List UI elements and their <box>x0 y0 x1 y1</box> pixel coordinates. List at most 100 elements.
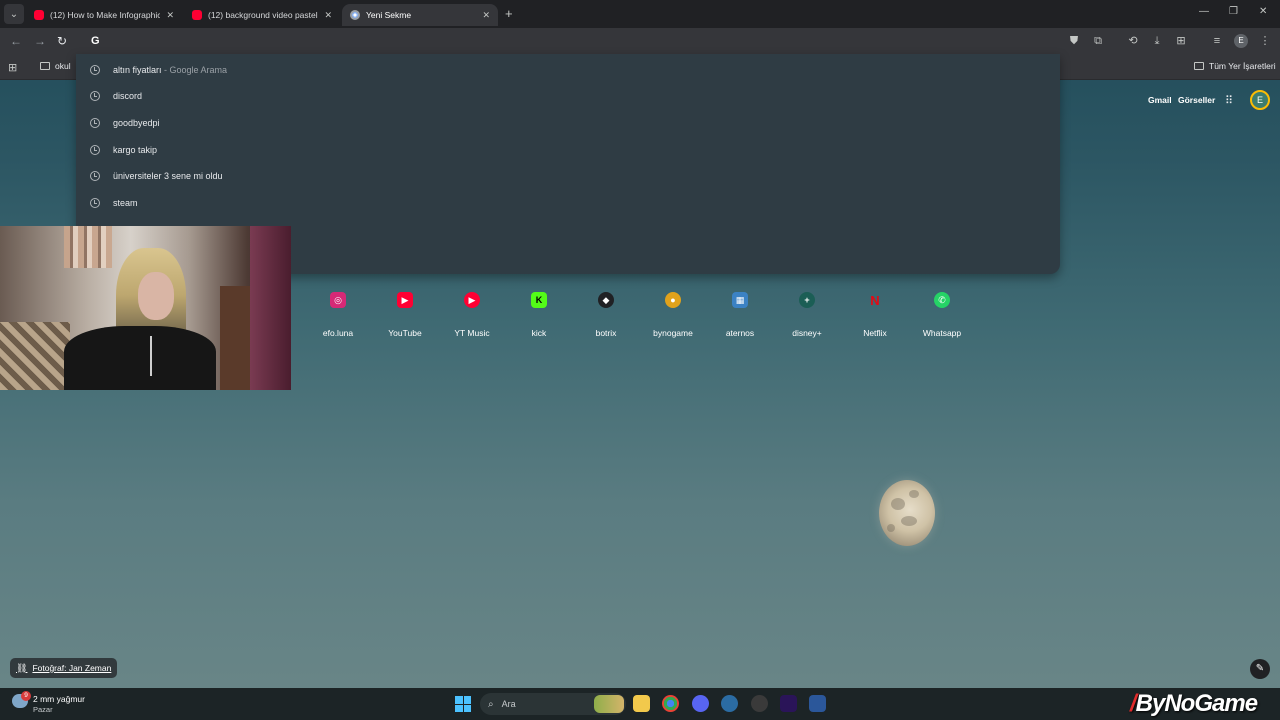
gmail-link[interactable]: Gmail <box>1148 95 1172 105</box>
folder-icon <box>1194 62 1204 70</box>
suggestion-item[interactable]: steam <box>76 190 1060 216</box>
suggestion-item[interactable]: altın fiyatları - Google Arama <box>76 57 1060 83</box>
chrome-icon[interactable] <box>662 695 679 712</box>
tab-title: (12) How to Make Infographics <box>50 10 161 20</box>
suggestion-text: goodbyedpi <box>113 118 160 128</box>
tab-background-video[interactable]: (12) background video pastel - ✕ <box>184 4 340 26</box>
yt-music-icon: ▶ <box>464 292 480 308</box>
shortcut-label: kick <box>531 328 547 338</box>
shortcut-yt-music[interactable]: ▶ YT Music <box>442 292 502 338</box>
suggestion-text: altın fiyatları <box>113 65 162 75</box>
shortcut-bynogame[interactable]: ● bynogame <box>643 292 703 338</box>
shield-icon[interactable]: ⛊ <box>1067 34 1081 48</box>
new-tab-button[interactable]: + <box>505 6 513 21</box>
history-icon[interactable]: ⟲ <box>1126 34 1140 48</box>
start-button[interactable] <box>455 696 471 712</box>
all-bookmarks[interactable]: Tüm Yer İşaretleri <box>1194 61 1276 71</box>
steam-icon[interactable] <box>721 695 738 712</box>
history-icon <box>90 145 100 155</box>
netflix-icon: N <box>870 292 880 308</box>
restore-icon[interactable]: ❐ <box>1229 6 1238 17</box>
google-apps-icon[interactable]: ⠿ <box>1225 94 1233 107</box>
customize-pencil-icon[interactable]: ✎ <box>1250 659 1270 679</box>
kick-icon: K <box>531 292 547 308</box>
back-icon[interactable]: ← <box>10 34 22 48</box>
botrix-icon: ◆ <box>598 292 614 308</box>
weather-text[interactable]: 2 mm yağmur <box>33 694 85 704</box>
history-icon <box>90 198 100 208</box>
extensions-icon[interactable]: ⧉ <box>1091 34 1105 48</box>
photo-credit-text: Fotoğraf: Jan Zeman <box>32 663 112 673</box>
premiere-icon[interactable] <box>780 695 797 712</box>
aternos-icon: ▦ <box>732 292 748 308</box>
shortcut-efo-luna[interactable]: ◎ efo.luna <box>308 292 368 338</box>
bynogame-watermark: /ByNoGame <box>1130 690 1258 717</box>
shortcut-kick[interactable]: K kick <box>509 292 569 338</box>
search-icon: ⌕ <box>488 698 494 710</box>
tab-search-button[interactable]: ⌄ <box>4 4 24 24</box>
whatsapp-icon: ✆ <box>934 292 950 308</box>
window-close-icon[interactable]: ✕ <box>1259 6 1267 17</box>
chrome-icon <box>350 10 360 20</box>
shortcut-label: efo.luna <box>322 328 354 338</box>
instagram-icon: ◎ <box>330 292 346 308</box>
history-icon <box>90 118 100 128</box>
apps-grid-icon[interactable]: ⊞ <box>8 61 17 74</box>
suggestion-item[interactable]: discord <box>76 83 1060 109</box>
shortcut-label: botrix <box>595 328 617 338</box>
suggestion-subtext: - Google Arama <box>161 65 228 75</box>
shortcut-youtube[interactable]: ▶ YouTube <box>375 292 435 338</box>
tab-title: Yeni Sekme <box>366 10 412 20</box>
obs-icon[interactable] <box>751 695 768 712</box>
shortcut-label: bynogame <box>653 328 693 338</box>
suggestion-text: discord <box>113 91 143 101</box>
history-icon <box>90 91 100 101</box>
images-link[interactable]: Görseller <box>1178 95 1215 105</box>
taskbar-search[interactable]: ⌕ Ara <box>480 693 626 715</box>
tab-title: (12) background video pastel - <box>208 10 319 20</box>
suggestion-item[interactable]: kargo takip <box>76 137 1060 163</box>
watermark-text: ByNoGame <box>1135 690 1258 717</box>
shortcut-label: aternos <box>725 328 755 338</box>
download-icon[interactable]: ⤓ <box>1150 34 1164 48</box>
tab-infographics[interactable]: (12) How to Make Infographics ✕ <box>26 4 182 26</box>
toolbar: ← → ↻ <box>0 28 1280 56</box>
shortcut-label: YouTube <box>388 328 422 338</box>
suggestion-item[interactable]: goodbyedpi <box>76 110 1060 136</box>
google-account-avatar[interactable]: E <box>1250 90 1270 110</box>
shortcut-label: YT Music <box>454 328 490 338</box>
reload-icon[interactable]: ↻ <box>57 34 67 48</box>
shortcut-aternos[interactable]: ▦ aternos <box>710 292 770 338</box>
shortcut-netflix[interactable]: N Netflix <box>845 292 905 339</box>
minimize-icon[interactable]: — <box>1199 6 1209 17</box>
discord-icon[interactable] <box>692 695 709 712</box>
word-icon[interactable] <box>809 695 826 712</box>
shortcut-label: Netflix <box>863 328 887 338</box>
close-tab-icon[interactable]: ✕ <box>482 10 490 21</box>
shortcut-label: Whatsapp <box>922 328 962 338</box>
google-g-icon: G <box>91 35 100 47</box>
shortcut-whatsapp[interactable]: ✆ Whatsapp <box>912 292 972 338</box>
webcam-overlay <box>0 226 291 390</box>
youtube-icon: ▶ <box>397 292 413 308</box>
suggestion-item[interactable]: üniversiteler 3 sene mi oldu <box>76 163 1060 189</box>
translate-icon[interactable]: ⊞ <box>1174 34 1188 48</box>
tab-new-tab[interactable]: Yeni Sekme ✕ <box>342 4 498 26</box>
menu-icon[interactable]: ⋮ <box>1258 34 1272 48</box>
profile-avatar[interactable]: E <box>1234 34 1248 48</box>
tab-search-icon[interactable]: ≡ <box>1210 34 1224 48</box>
photo-credit-link[interactable]: ⛓ Fotoğraf: Jan Zeman <box>10 658 118 678</box>
shortcut-disney[interactable]: + disney+ <box>777 292 837 338</box>
weather-badge: 9 <box>21 691 31 701</box>
weather-day: Pazar <box>33 705 53 714</box>
bynogame-icon: ● <box>665 292 681 308</box>
forward-icon[interactable]: → <box>34 34 46 48</box>
bookmark-folder-okul[interactable]: okul <box>40 61 71 71</box>
history-icon <box>90 65 100 75</box>
file-explorer-icon[interactable] <box>633 695 650 712</box>
bookmark-label: Tüm Yer İşaretleri <box>1209 61 1276 71</box>
search-label: Ara <box>501 699 516 709</box>
shortcut-botrix[interactable]: ◆ botrix <box>576 292 636 338</box>
close-tab-icon[interactable]: ✕ <box>166 10 174 21</box>
close-tab-icon[interactable]: ✕ <box>324 10 332 21</box>
